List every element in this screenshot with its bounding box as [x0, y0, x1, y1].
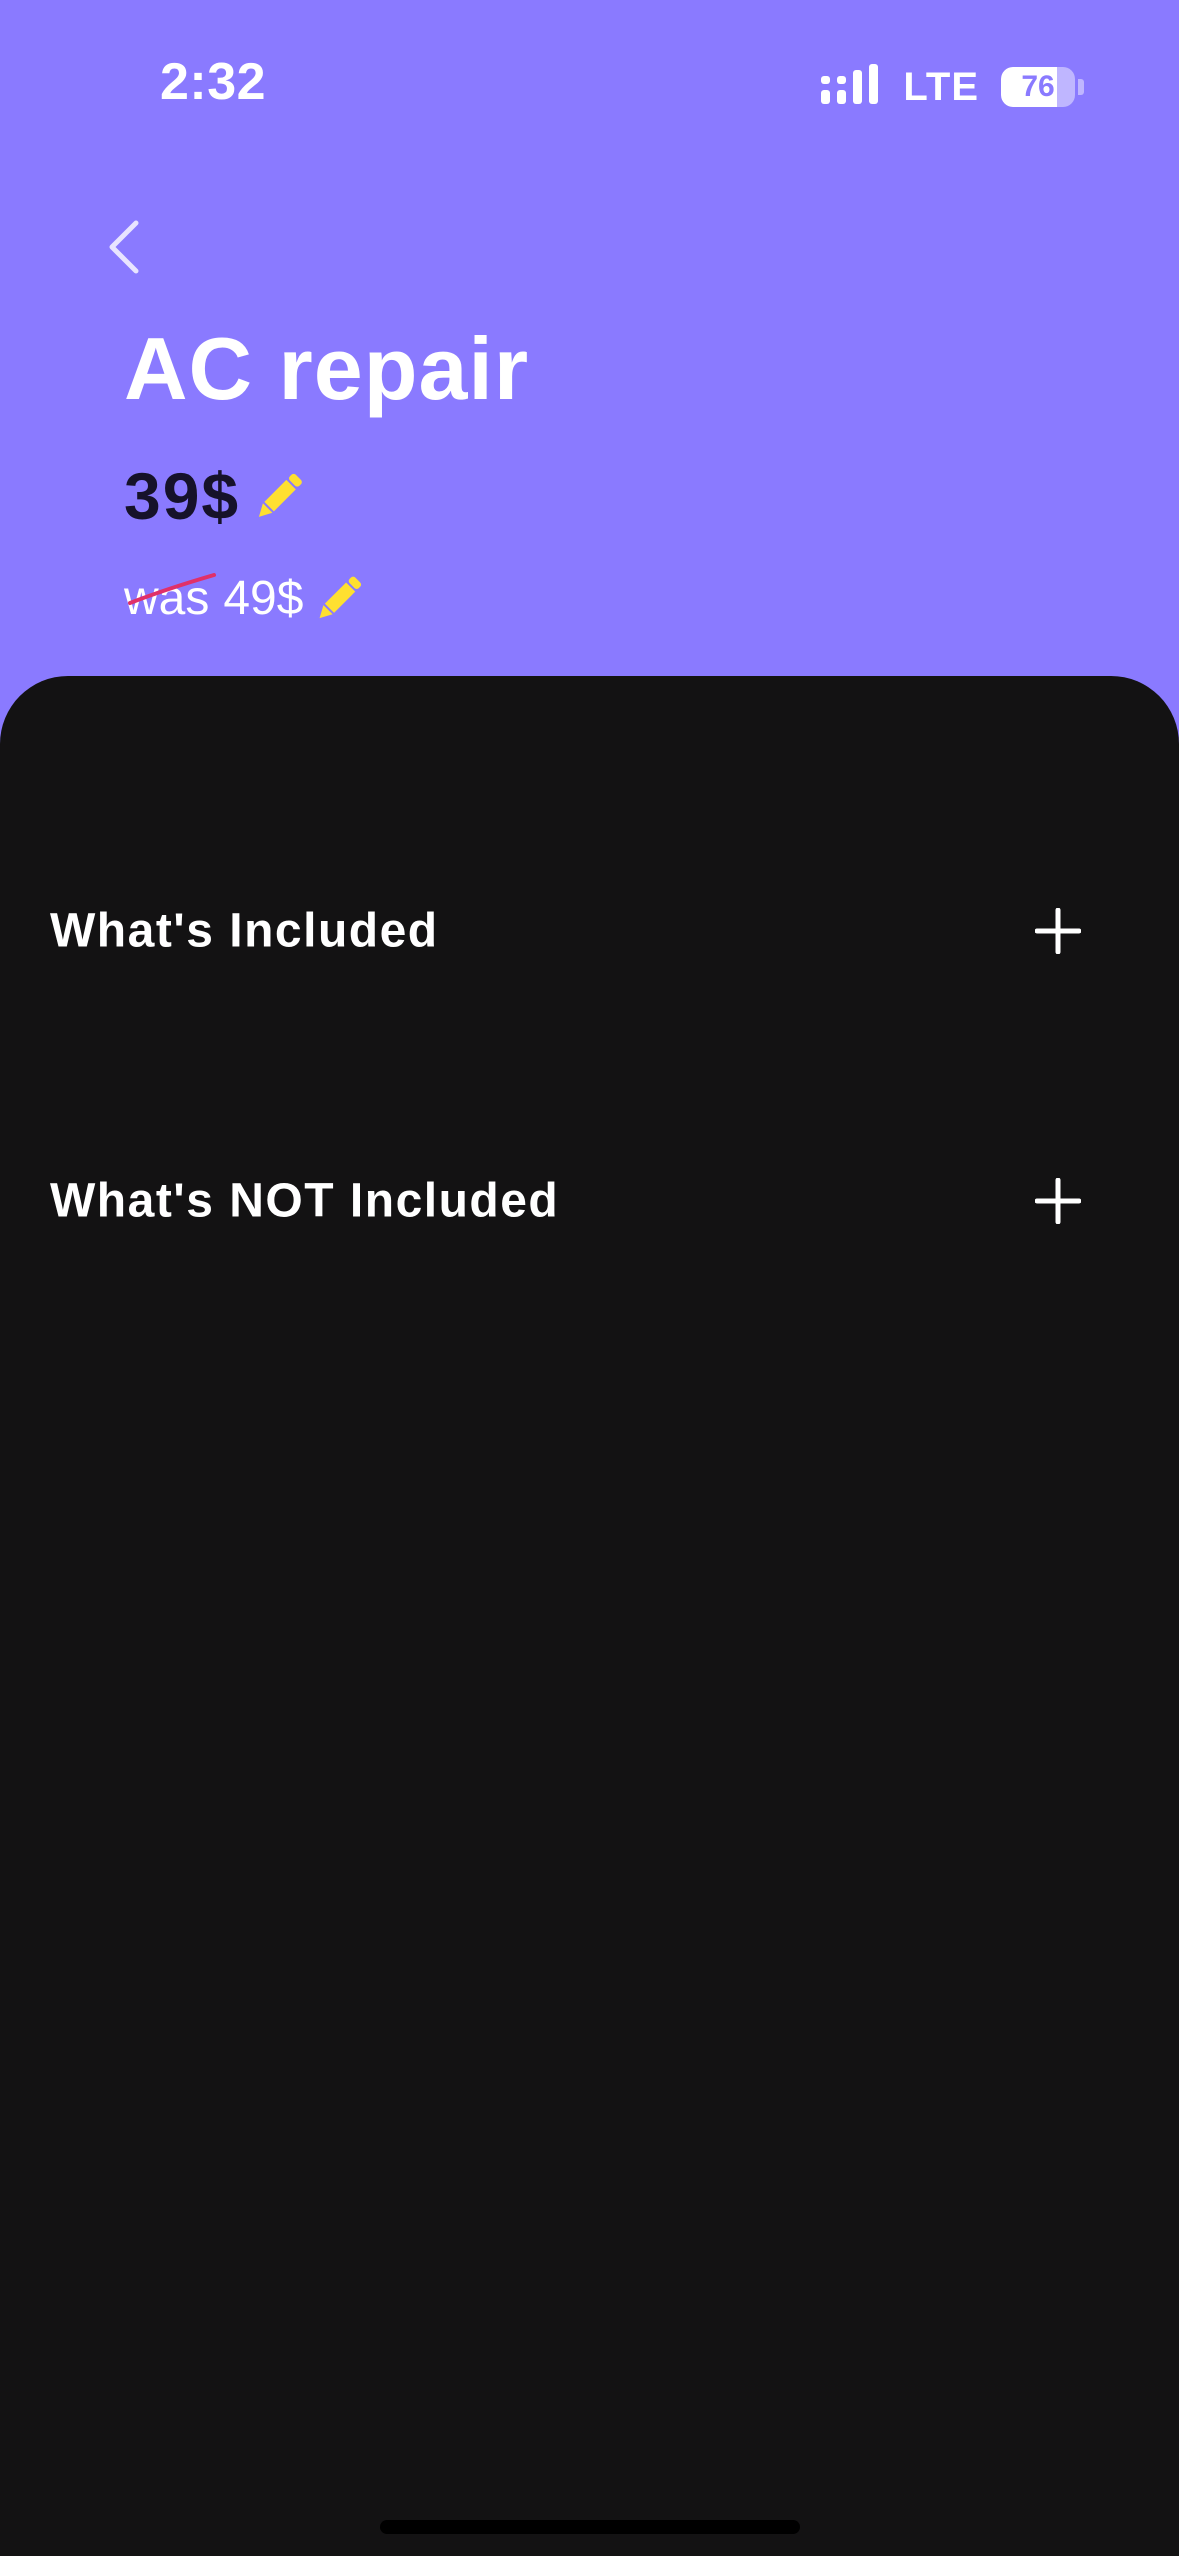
network-type: LTE: [903, 64, 979, 109]
battery-cap: [1078, 79, 1084, 95]
back-button[interactable]: [100, 215, 150, 279]
battery-percent: 76: [1021, 70, 1055, 103]
old-price-value: 49$: [223, 571, 304, 625]
edit-price-pencil-icon[interactable]: [248, 465, 310, 527]
strike-through-mark: [128, 572, 216, 605]
edit-old-price-pencil-icon[interactable]: [309, 568, 369, 628]
whats-not-included-label: What's NOT Included: [50, 1174, 560, 1228]
price-row: 39$: [124, 458, 310, 534]
cellular-signal-icon: [821, 64, 879, 104]
page-title: AC repair: [124, 319, 530, 418]
status-time: 2:32: [160, 53, 267, 111]
screen: 2:32 LTE 76 AC repair 39$ was 49$ What's…: [0, 0, 1179, 2556]
home-indicator[interactable]: [380, 2520, 800, 2534]
whats-included-label: What's Included: [50, 904, 439, 958]
status-indicators: LTE 76: [821, 62, 1084, 112]
plus-icon[interactable]: [1035, 1178, 1081, 1224]
old-price-row: was 49$: [124, 568, 369, 628]
whats-included-section[interactable]: What's Included: [0, 876, 1179, 986]
old-price-prefix: was: [124, 571, 216, 626]
price: 39$: [124, 459, 241, 533]
plus-icon[interactable]: [1035, 908, 1081, 954]
whats-not-included-section[interactable]: What's NOT Included: [0, 1146, 1179, 1256]
details-sheet: What's Included What's NOT Included: [0, 676, 1179, 2556]
battery-icon: 76: [1001, 67, 1075, 107]
